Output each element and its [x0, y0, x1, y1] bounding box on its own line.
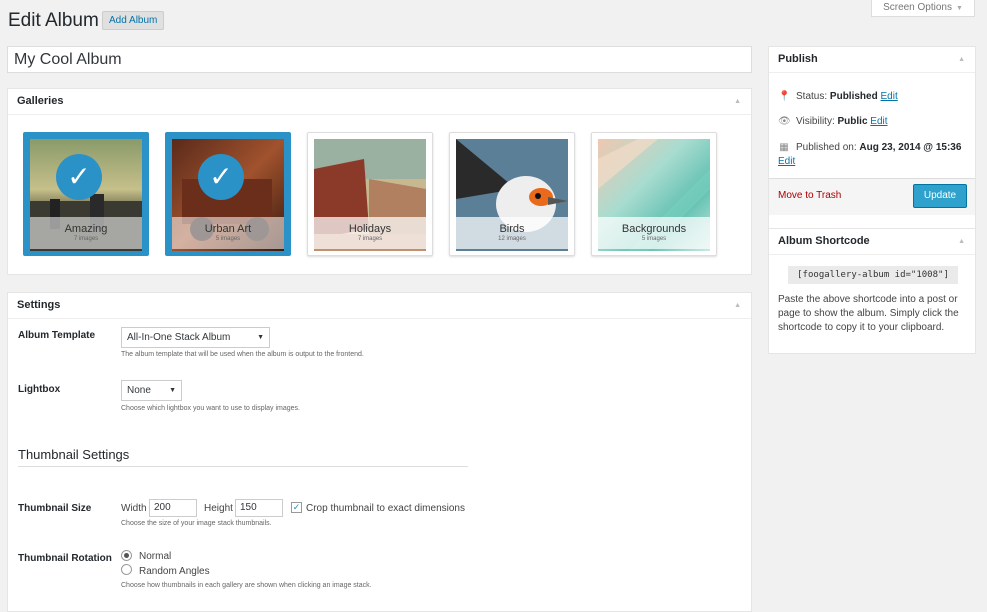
- gallery-name: Amazing: [64, 223, 108, 235]
- thumbnail-height-input[interactable]: 150: [235, 499, 283, 517]
- visibility-label: Visibility:: [796, 116, 835, 127]
- status-row: 📍 Status: Published Edit: [778, 91, 898, 102]
- radio-random-angles[interactable]: [121, 564, 132, 575]
- galleries-box: Galleries ▲ ✓ Amazing 7 images ✓ Urban Ar…: [7, 88, 752, 275]
- lightbox-description: Choose which lightbox you want to use to…: [121, 405, 300, 412]
- radio-normal-label: Normal: [139, 551, 172, 562]
- publish-heading: Publish: [778, 53, 818, 65]
- pin-icon: 📍: [778, 91, 791, 102]
- gallery-tile-amazing[interactable]: ✓ Amazing 7 images: [23, 132, 149, 256]
- gallery-caption: Birds 12 images: [456, 217, 568, 249]
- collapse-arrow-icon[interactable]: ▲: [958, 229, 965, 254]
- checkmark-icon: ✓: [56, 154, 102, 200]
- gallery-caption: Urban Art 5 images: [172, 217, 284, 249]
- thumbnail-settings-heading: Thumbnail Settings: [18, 447, 468, 467]
- gallery-tile-backgrounds[interactable]: Backgrounds 5 images: [591, 132, 717, 256]
- collapse-arrow-icon[interactable]: ▲: [734, 89, 741, 114]
- gallery-name: Holidays: [348, 223, 392, 235]
- publish-box: Publish ▲ 📍 Status: Published Edit 👁 Visibi…: [768, 46, 976, 252]
- gallery-caption: Amazing 7 images: [30, 217, 142, 249]
- calendar-icon: ▦: [779, 142, 789, 153]
- screen-options-label: Screen Options: [883, 2, 952, 13]
- radio-dot: [124, 553, 129, 558]
- radio-normal[interactable]: [121, 550, 132, 561]
- settings-box-header[interactable]: Settings ▲: [8, 293, 751, 319]
- galleries-box-header[interactable]: Galleries ▲: [8, 89, 751, 115]
- thumbnail-size-description: Choose the size of your image stack thum…: [121, 520, 272, 527]
- dropdown-arrow-icon: ▼: [257, 334, 264, 341]
- visibility-row: 👁 Visibility: Public Edit: [778, 116, 888, 127]
- gallery-count: 7 images: [73, 236, 99, 242]
- crop-label: Crop thumbnail to exact dimensions: [306, 503, 465, 514]
- gallery-name: Backgrounds: [621, 223, 687, 235]
- published-label: Published on:: [796, 142, 857, 153]
- album-title-input[interactable]: My Cool Album: [7, 46, 752, 73]
- lightbox-label: Lightbox: [18, 384, 61, 395]
- shortcode-value[interactable]: [foogallery-album id="1008"]: [788, 266, 958, 284]
- gallery-tile-birds[interactable]: Birds 12 images: [449, 132, 575, 256]
- shortcode-heading: Album Shortcode: [778, 235, 870, 247]
- status-label: Status:: [796, 91, 828, 102]
- publish-box-header[interactable]: Publish ▲: [769, 47, 975, 73]
- screen-options-tab[interactable]: Screen Options ▼: [871, 0, 975, 17]
- visibility-value: Public: [837, 116, 868, 127]
- eye-icon: 👁: [778, 116, 791, 127]
- album-template-label: Album Template: [18, 330, 96, 341]
- published-value: Aug 23, 2014 @ 15:36: [859, 142, 962, 153]
- galleries-heading: Galleries: [17, 95, 64, 107]
- gallery-name: Birds: [499, 223, 525, 235]
- album-template-description: The album template that will be used whe…: [121, 351, 364, 358]
- shortcode-description: Paste the above shortcode into a post or…: [778, 294, 959, 333]
- thumbnail-size-label: Thumbnail Size: [18, 503, 92, 514]
- album-template-select[interactable]: All-In-One Stack Album ▼: [121, 327, 270, 348]
- thumbnail-width-input[interactable]: 200: [149, 499, 197, 517]
- checkmark-icon: ✓: [198, 154, 244, 200]
- shortcode-box-header[interactable]: Album Shortcode ▲: [769, 229, 975, 255]
- thumbnail-rotation-label: Thumbnail Rotation: [18, 553, 112, 564]
- album-template-value: All-In-One Stack Album: [127, 332, 231, 343]
- caret-down-icon: ▼: [956, 5, 963, 12]
- width-label: Width: [121, 503, 147, 514]
- height-label: Height: [204, 503, 233, 514]
- collapse-arrow-icon[interactable]: ▲: [734, 293, 741, 318]
- gallery-count: 5 images: [641, 236, 667, 242]
- gallery-count: 7 images: [357, 236, 383, 242]
- move-to-trash-link[interactable]: Move to Trash: [778, 190, 841, 201]
- gallery-caption: Backgrounds 5 images: [598, 217, 710, 249]
- page-title: Edit Album: [8, 10, 99, 31]
- published-row: ▦ Published on: Aug 23, 2014 @ 15:36 Edit: [778, 141, 968, 169]
- edit-visibility-link[interactable]: Edit: [870, 116, 887, 127]
- dropdown-arrow-icon: ▼: [169, 387, 176, 394]
- thumbnail-rotation-description: Choose how thumbnails in each gallery ar…: [121, 582, 372, 589]
- gallery-tile-urban-art[interactable]: ✓ Urban Art 5 images: [165, 132, 291, 256]
- publish-actions: Move to Trash Update: [769, 178, 975, 215]
- edit-date-link[interactable]: Edit: [778, 156, 795, 167]
- gallery-count: 5 images: [215, 236, 241, 242]
- crop-checkbox[interactable]: ✓: [291, 502, 302, 513]
- gallery-name: Urban Art: [204, 223, 252, 235]
- shortcode-box: Album Shortcode ▲ [foogallery-album id="1…: [768, 228, 976, 354]
- gallery-caption: Holidays 7 images: [314, 217, 426, 249]
- add-album-button[interactable]: Add Album: [102, 11, 165, 30]
- collapse-arrow-icon[interactable]: ▲: [958, 47, 965, 72]
- gallery-tile-holidays[interactable]: Holidays 7 images: [307, 132, 433, 256]
- edit-status-link[interactable]: Edit: [881, 91, 898, 102]
- update-button[interactable]: Update: [913, 184, 967, 208]
- radio-random-angles-label: Random Angles: [139, 566, 210, 577]
- lightbox-select[interactable]: None ▼: [121, 380, 182, 401]
- lightbox-value: None: [127, 385, 151, 396]
- gallery-count: 12 images: [498, 236, 526, 242]
- settings-heading: Settings: [17, 299, 61, 311]
- status-value: Published: [829, 91, 878, 102]
